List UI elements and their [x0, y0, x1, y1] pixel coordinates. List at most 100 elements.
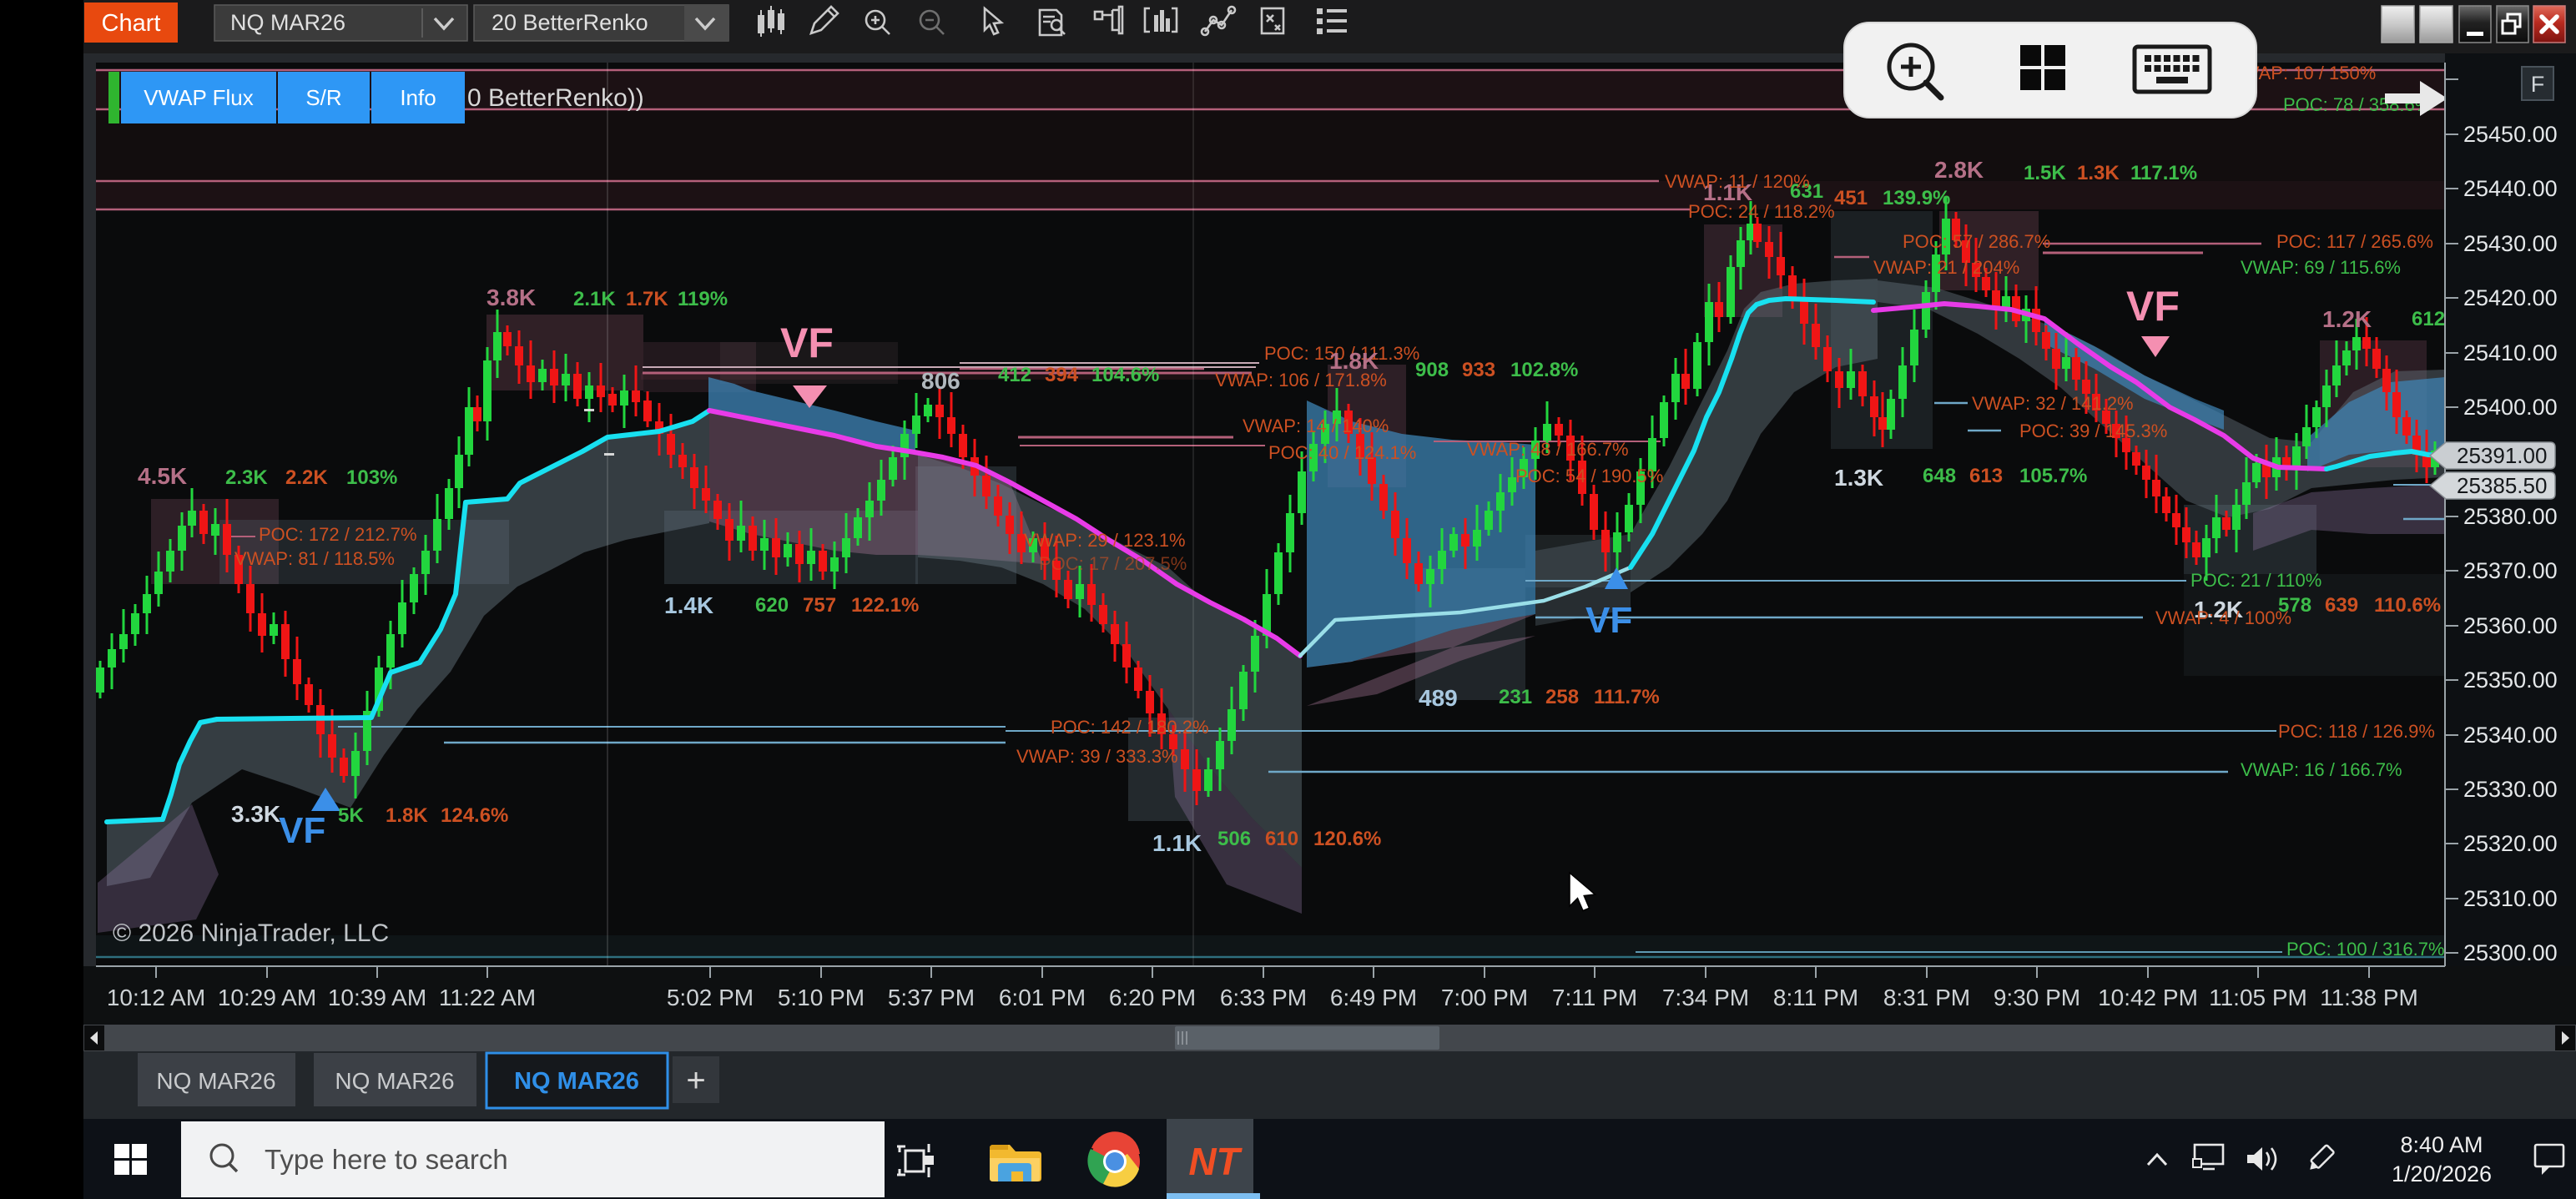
- svg-text:S/R: S/R: [305, 85, 341, 110]
- svg-text:25350.00: 25350.00: [2463, 668, 2558, 693]
- svg-text:25391.00: 25391.00: [2457, 443, 2547, 468]
- svg-text:3.3K: 3.3K: [231, 801, 280, 827]
- svg-text:117.1%: 117.1%: [2130, 162, 2197, 184]
- svg-text:120.6%: 120.6%: [1313, 828, 1381, 850]
- svg-text:POC: 142 / 180.2%: POC: 142 / 180.2%: [1051, 717, 1209, 738]
- svg-text:VWAP: 11 / 120%: VWAP: 11 / 120%: [1665, 171, 1810, 192]
- svg-text:POC: 54 / 190.5%: POC: 54 / 190.5%: [1515, 466, 1663, 486]
- svg-text:1.3K: 1.3K: [2077, 162, 2120, 184]
- svg-text:110.6%: 110.6%: [2374, 594, 2441, 617]
- svg-text:6:20 PM: 6:20 PM: [1109, 985, 1196, 1010]
- svg-text:VWAP: 48 / 166.7%: VWAP: 48 / 166.7%: [1467, 439, 1629, 460]
- svg-text:VWAP: 21 / 204%: VWAP: 21 / 204%: [1873, 257, 2019, 278]
- svg-text:25400.00: 25400.00: [2463, 395, 2558, 420]
- svg-text:VF: VF: [279, 810, 325, 851]
- svg-text:122.1%: 122.1%: [851, 594, 919, 617]
- svg-text:757: 757: [803, 594, 836, 617]
- svg-text:111.7%: 111.7%: [1594, 686, 1660, 708]
- svg-text:10:29 AM: 10:29 AM: [218, 985, 316, 1010]
- svg-text:25340.00: 25340.00: [2463, 723, 2558, 748]
- svg-text:5:10 PM: 5:10 PM: [778, 985, 865, 1010]
- svg-text:613: 613: [1969, 465, 2003, 487]
- svg-text:1.3K: 1.3K: [1834, 465, 1883, 491]
- svg-text:6:49 PM: 6:49 PM: [1330, 985, 1417, 1010]
- svg-text:25440.00: 25440.00: [2463, 176, 2558, 201]
- svg-text:612: 612: [2412, 308, 2445, 330]
- svg-text:VF: VF: [2126, 283, 2180, 330]
- svg-text:451: 451: [1834, 187, 1868, 209]
- svg-text:933: 933: [1462, 359, 1495, 381]
- svg-text:POC: 21 / 110%: POC: 21 / 110%: [2190, 570, 2321, 591]
- svg-text:Chart: Chart: [102, 10, 161, 37]
- svg-text:1/20/2026: 1/20/2026: [2392, 1161, 2492, 1186]
- svg-text:25360.00: 25360.00: [2463, 613, 2558, 638]
- svg-text:5K: 5K: [338, 804, 364, 827]
- svg-text:25300.00: 25300.00: [2463, 940, 2558, 965]
- svg-text:Type here to search: Type here to search: [265, 1144, 508, 1175]
- svg-text:F: F: [2531, 72, 2545, 97]
- svg-text:105.7%: 105.7%: [2019, 465, 2087, 487]
- svg-text:25410.00: 25410.00: [2463, 340, 2558, 365]
- svg-text:VF: VF: [780, 320, 834, 366]
- svg-text:3.8K: 3.8K: [486, 285, 536, 310]
- svg-text:7:00 PM: 7:00 PM: [1441, 985, 1528, 1010]
- svg-text:VWAP: 29 / 123.1%: VWAP: 29 / 123.1%: [1024, 530, 1186, 551]
- svg-text:2.8K: 2.8K: [1934, 157, 1984, 183]
- svg-text:103%: 103%: [346, 466, 397, 489]
- svg-text:POC: 57 / 286.7%: POC: 57 / 286.7%: [1903, 231, 2050, 252]
- svg-text:VWAP: 106 / 171.8%: VWAP: 106 / 171.8%: [1215, 370, 1387, 390]
- svg-text:610: 610: [1265, 828, 1298, 850]
- svg-text:7:11 PM: 7:11 PM: [1552, 985, 1637, 1010]
- svg-text:394: 394: [1045, 364, 1079, 386]
- svg-text:POC: 40 / 124.1%: POC: 40 / 124.1%: [1268, 442, 1416, 463]
- svg-text:1.7K: 1.7K: [626, 288, 668, 310]
- svg-text:POC: 24 / 118.2%: POC: 24 / 118.2%: [1688, 201, 1835, 222]
- svg-text:+: +: [686, 1062, 705, 1099]
- svg-text:20 BetterRenko: 20 BetterRenko: [492, 10, 648, 35]
- svg-text:POC: 172 / 212.7%: POC: 172 / 212.7%: [259, 524, 417, 545]
- svg-text:11:05 PM: 11:05 PM: [2209, 985, 2307, 1010]
- svg-text:VWAP: 81 / 118.5%: VWAP: 81 / 118.5%: [234, 548, 395, 569]
- svg-text:Info: Info: [400, 85, 436, 110]
- svg-text:8:31 PM: 8:31 PM: [1883, 985, 1970, 1010]
- svg-text:1.5K: 1.5K: [2024, 162, 2066, 184]
- svg-text:25385.50: 25385.50: [2457, 473, 2547, 498]
- svg-text:VWAP: 32 / 141.2%: VWAP: 32 / 141.2%: [1972, 393, 2134, 414]
- svg-text:1.2K: 1.2K: [2322, 306, 2372, 332]
- svg-text:2.3K: 2.3K: [225, 466, 268, 489]
- svg-text:25430.00: 25430.00: [2463, 231, 2558, 256]
- svg-text:11:38 PM: 11:38 PM: [2320, 985, 2418, 1010]
- svg-text:NT: NT: [1188, 1140, 1243, 1183]
- svg-text:8:40 AM: 8:40 AM: [2400, 1132, 2483, 1157]
- svg-text:VWAP: 39 / 333.3%: VWAP: 39 / 333.3%: [1016, 746, 1178, 767]
- svg-text:806: 806: [921, 368, 960, 394]
- svg-text:25330.00: 25330.00: [2463, 777, 2558, 802]
- svg-text:10:39 AM: 10:39 AM: [328, 985, 426, 1010]
- svg-text:0 BetterRenko)): 0 BetterRenko)): [467, 84, 644, 112]
- svg-text:412: 412: [998, 364, 1031, 386]
- svg-text:6:01 PM: 6:01 PM: [999, 985, 1086, 1010]
- svg-text:124.6%: 124.6%: [441, 804, 508, 827]
- svg-text:1.4K: 1.4K: [664, 592, 713, 618]
- svg-text:10:12 AM: 10:12 AM: [107, 985, 205, 1010]
- svg-text:119%: 119%: [678, 288, 728, 310]
- svg-text:VWAP: 16 / 166.7%: VWAP: 16 / 166.7%: [2241, 759, 2402, 780]
- svg-text:VWAP: 4 / 100%: VWAP: 4 / 100%: [2155, 607, 2291, 628]
- svg-text:489: 489: [1419, 685, 1458, 711]
- svg-text:NQ MAR26: NQ MAR26: [230, 10, 345, 35]
- svg-text:11:22 AM: 11:22 AM: [439, 985, 536, 1010]
- svg-text:NQ MAR26: NQ MAR26: [156, 1068, 275, 1094]
- svg-text:POC: 39 / 145.3%: POC: 39 / 145.3%: [2019, 421, 2167, 441]
- svg-text:5:37 PM: 5:37 PM: [888, 985, 975, 1010]
- svg-text:620: 620: [755, 594, 789, 617]
- svg-text:25370.00: 25370.00: [2463, 558, 2558, 583]
- svg-text:8:11 PM: 8:11 PM: [1773, 985, 1858, 1010]
- svg-text:7:34 PM: 7:34 PM: [1662, 985, 1749, 1010]
- svg-text:VWAP Flux: VWAP Flux: [144, 85, 253, 110]
- svg-text:© 2026 NinjaTrader, LLC: © 2026 NinjaTrader, LLC: [113, 919, 389, 947]
- svg-text:102.8%: 102.8%: [1510, 359, 1578, 381]
- svg-text:POC: 17 / 207.5%: POC: 17 / 207.5%: [1039, 553, 1187, 574]
- svg-text:25420.00: 25420.00: [2463, 285, 2558, 310]
- svg-text:POC: 117 / 265.6%: POC: 117 / 265.6%: [2276, 231, 2433, 252]
- svg-text:258: 258: [1545, 686, 1579, 708]
